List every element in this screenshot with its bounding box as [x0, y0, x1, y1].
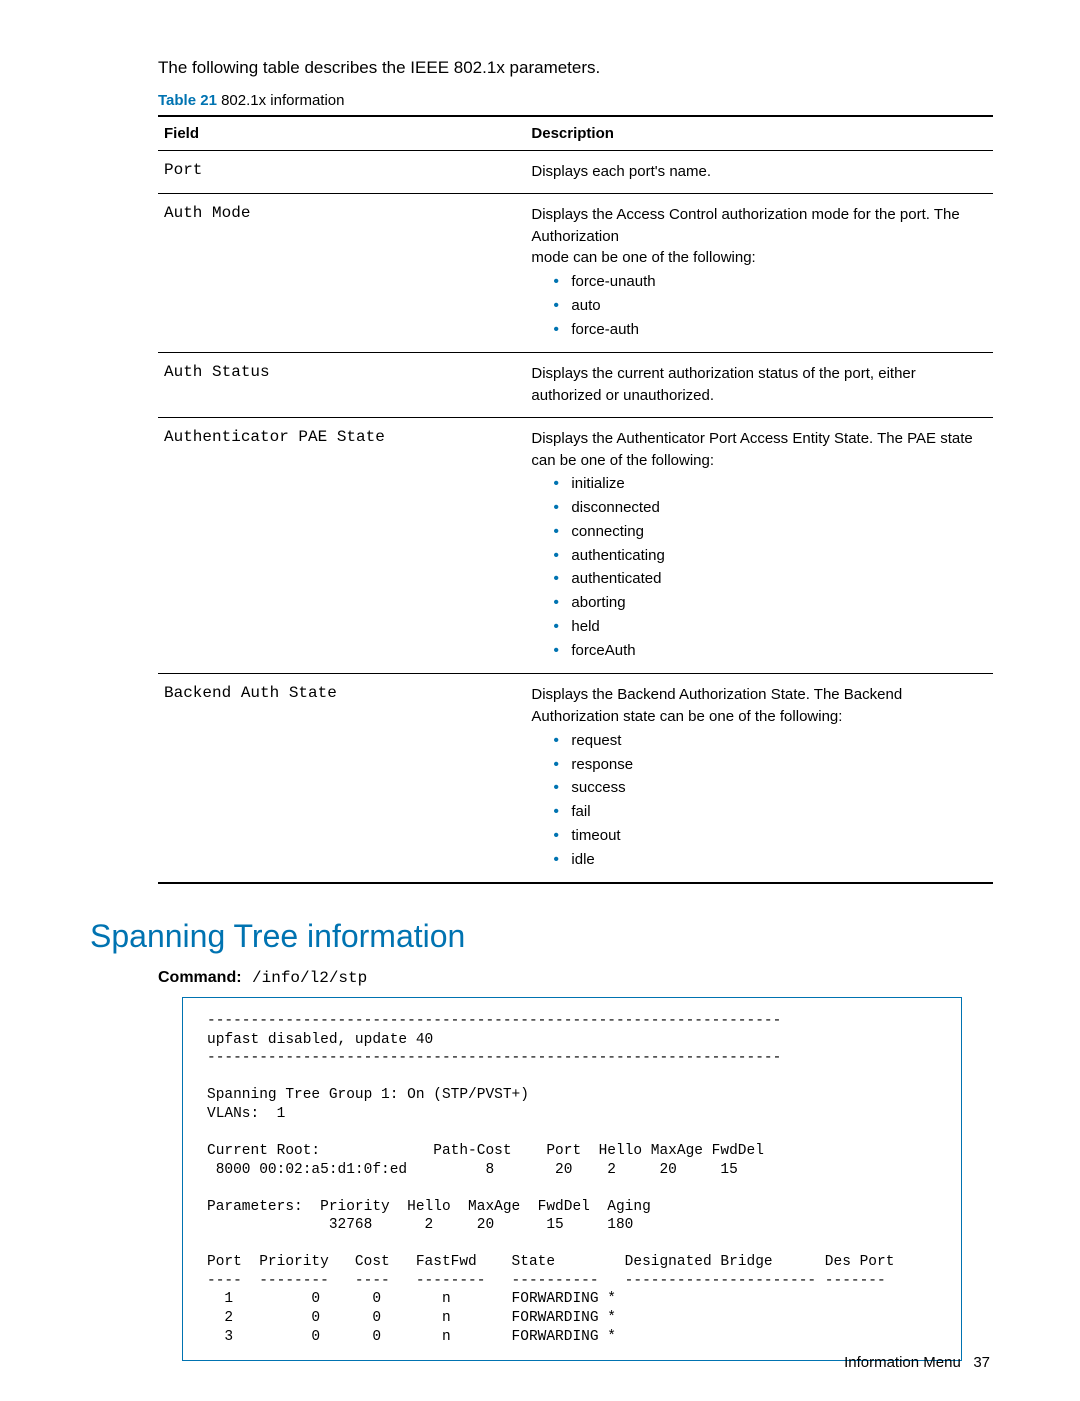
description-cell: Displays the Authenticator Port Access E… [525, 417, 993, 674]
bullet-list: force-unauthautoforce-auth [531, 271, 987, 340]
table-caption-text: 802.1x information [217, 92, 345, 109]
description-cell: Displays each port's name. [525, 151, 993, 194]
description-text: Displays the Authenticator Port Access E… [531, 428, 987, 472]
bullet-item: disconnected [553, 497, 987, 519]
bullet-item: idle [553, 849, 987, 871]
description-text: mode can be one of the following: [531, 247, 987, 269]
bullet-item: aborting [553, 592, 987, 614]
bullet-list: initializedisconnectedconnectingauthenti… [531, 473, 987, 661]
description-cell: Displays the Backend Authorization State… [525, 674, 993, 884]
table-number: Table 21 [158, 92, 217, 109]
description-cell: Displays the current authorization statu… [525, 353, 993, 418]
table-row: Port Displays each port's name. [158, 151, 993, 194]
field-cell: Authenticator PAE State [158, 417, 525, 674]
bullet-item: authenticated [553, 568, 987, 590]
header-field: Field [158, 116, 525, 151]
table-header-row: Field Description [158, 116, 993, 151]
description-text: Displays the current authorization statu… [531, 363, 987, 407]
field-cell: Port [158, 151, 525, 194]
table-row: Auth ModeDisplays the Access Control aut… [158, 193, 993, 353]
bullet-item: authenticating [553, 545, 987, 567]
command-line: Command: /info/l2/stp [158, 969, 990, 987]
table-row: Authenticator PAE StateDisplays the Auth… [158, 417, 993, 674]
bullet-item: force-unauth [553, 271, 987, 293]
description-text: Displays the Access Control authorizatio… [531, 204, 987, 248]
field-cell: Auth Mode [158, 193, 525, 353]
footer-section-label: Information Menu [844, 1354, 961, 1371]
description-cell: Displays the Access Control authorizatio… [525, 193, 993, 353]
footer-page-number: 37 [973, 1354, 990, 1371]
document-page: The following table describes the IEEE 8… [0, 0, 1080, 1401]
description-text: Displays the Backend Authorization State… [531, 684, 987, 728]
bullet-item: auto [553, 295, 987, 317]
bullet-list: requestresponsesuccessfailtimeoutidle [531, 730, 987, 871]
bullet-item: fail [553, 801, 987, 823]
bullet-item: connecting [553, 521, 987, 543]
info-table: Field Description Port Displays each port… [158, 115, 993, 884]
command-label: Command: [158, 969, 242, 986]
bullet-item: response [553, 754, 987, 776]
section-heading: Spanning Tree information [90, 918, 990, 955]
field-cell: Backend Auth State [158, 674, 525, 884]
description-text: Displays each port's name. [531, 161, 987, 183]
header-description: Description [525, 116, 993, 151]
field-cell: Auth Status [158, 353, 525, 418]
bullet-item: request [553, 730, 987, 752]
page-footer: Information Menu 37 [844, 1354, 990, 1371]
bullet-item: forceAuth [553, 640, 987, 662]
command-value: /info/l2/stp [252, 969, 367, 987]
cli-output-block: ----------------------------------------… [182, 997, 962, 1361]
intro-paragraph: The following table describes the IEEE 8… [158, 58, 990, 78]
table-row: Auth StatusDisplays the current authoriz… [158, 353, 993, 418]
table-caption: Table 21 802.1x information [158, 92, 990, 109]
bullet-item: timeout [553, 825, 987, 847]
bullet-item: force-auth [553, 319, 987, 341]
bullet-item: success [553, 777, 987, 799]
bullet-item: held [553, 616, 987, 638]
bullet-item: initialize [553, 473, 987, 495]
table-row: Backend Auth StateDisplays the Backend A… [158, 674, 993, 884]
